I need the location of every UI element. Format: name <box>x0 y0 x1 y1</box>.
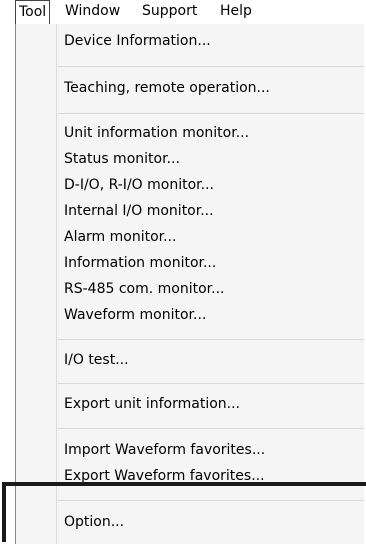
menu-separator <box>58 383 364 384</box>
menu-item-waveform-monitor[interactable]: Waveform monitor... <box>64 302 206 328</box>
menu-item-dio-rio-monitor[interactable]: D-I/O, R-I/O monitor... <box>64 172 214 198</box>
menu-item-internal-io-monitor[interactable]: Internal I/O monitor... <box>64 198 214 224</box>
menu-support[interactable]: Support <box>142 0 197 22</box>
menu-item-export-unit-information[interactable]: Export unit information... <box>64 391 240 417</box>
menu-item-status-monitor[interactable]: Status monitor... <box>64 146 180 172</box>
tool-dropdown-menu: Device Information... Teaching, remote o… <box>15 24 364 544</box>
menu-item-unit-information-monitor[interactable]: Unit information monitor... <box>64 120 249 146</box>
menu-item-import-waveform-favorites[interactable]: Import Waveform favorites... <box>64 437 265 463</box>
menu-item-teaching-remote-operation[interactable]: Teaching, remote operation... <box>64 75 270 101</box>
menu-tool[interactable]: Tool <box>15 0 51 24</box>
menu-item-device-information[interactable]: Device Information... <box>64 28 211 54</box>
menu-item-information-monitor[interactable]: Information monitor... <box>64 250 216 276</box>
menu-separator <box>58 339 364 340</box>
menu-separator <box>58 428 364 429</box>
menu-separator <box>58 113 364 114</box>
option-highlight-frame <box>2 482 366 542</box>
menu-item-rs485-com-monitor[interactable]: RS-485 com. monitor... <box>64 276 224 302</box>
menu-bar: Tool Window Support Help <box>0 0 366 24</box>
menu-icon-gutter <box>56 24 57 544</box>
menu-help[interactable]: Help <box>220 0 252 22</box>
menu-item-io-test[interactable]: I/O test... <box>64 347 129 373</box>
menu-separator <box>58 66 364 67</box>
menu-item-alarm-monitor[interactable]: Alarm monitor... <box>64 224 177 250</box>
menu-window[interactable]: Window <box>65 0 120 22</box>
